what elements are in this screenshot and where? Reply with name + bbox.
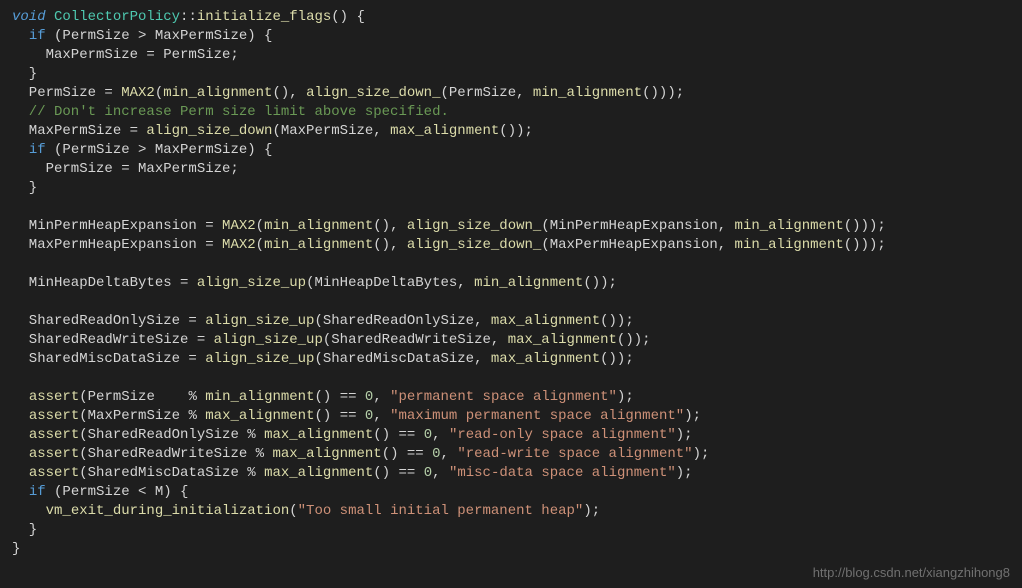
class-name: CollectorPolicy <box>54 9 180 25</box>
code-line-15: MinHeapDeltaBytes = align_size_up(MinHea… <box>12 274 1010 293</box>
code-line-10: } <box>12 179 1010 198</box>
code-line-28: } <box>12 521 1010 540</box>
code-line-20 <box>12 369 1010 388</box>
code-line-6: // Don't increase Perm size limit above … <box>12 103 1010 122</box>
code-line-21: assert(PermSize % min_alignment() == 0, … <box>12 388 1010 407</box>
code-line-24: assert(SharedReadWriteSize % max_alignme… <box>12 445 1010 464</box>
keyword-if: if <box>29 28 46 44</box>
code-line-12: MinPermHeapExpansion = MAX2(min_alignmen… <box>12 217 1010 236</box>
code-line-5: PermSize = MAX2(min_alignment(), align_s… <box>12 84 1010 103</box>
keyword-void: void <box>12 9 46 25</box>
code-line-16 <box>12 293 1010 312</box>
code-line-25: assert(SharedMiscDataSize % max_alignmen… <box>12 464 1010 483</box>
code-line-11 <box>12 198 1010 217</box>
code-line-9: PermSize = MaxPermSize; <box>12 160 1010 179</box>
code-line-26: if (PermSize < M) { <box>12 483 1010 502</box>
keyword-if: if <box>29 142 46 158</box>
code-line-7: MaxPermSize = align_size_down(MaxPermSiz… <box>12 122 1010 141</box>
keyword-if: if <box>29 484 46 500</box>
code-line-14 <box>12 255 1010 274</box>
code-line-19: SharedMiscDataSize = align_size_up(Share… <box>12 350 1010 369</box>
watermark-text: http://blog.csdn.net/xiangzhihong8 <box>813 563 1010 582</box>
code-line-29: } <box>12 540 1010 559</box>
code-line-22: assert(MaxPermSize % max_alignment() == … <box>12 407 1010 426</box>
code-line-13: MaxPermHeapExpansion = MAX2(min_alignmen… <box>12 236 1010 255</box>
comment: // Don't increase Perm size limit above … <box>12 104 449 120</box>
code-line-4: } <box>12 65 1010 84</box>
code-line-2: if (PermSize > MaxPermSize) { <box>12 27 1010 46</box>
code-line-27: vm_exit_during_initialization("Too small… <box>12 502 1010 521</box>
code-line-17: SharedReadOnlySize = align_size_up(Share… <box>12 312 1010 331</box>
code-line-1: void CollectorPolicy::initialize_flags()… <box>12 8 1010 27</box>
code-line-3: MaxPermSize = PermSize; <box>12 46 1010 65</box>
code-line-23: assert(SharedReadOnlySize % max_alignmen… <box>12 426 1010 445</box>
code-line-8: if (PermSize > MaxPermSize) { <box>12 141 1010 160</box>
code-line-18: SharedReadWriteSize = align_size_up(Shar… <box>12 331 1010 350</box>
function-name: initialize_flags <box>197 9 331 25</box>
